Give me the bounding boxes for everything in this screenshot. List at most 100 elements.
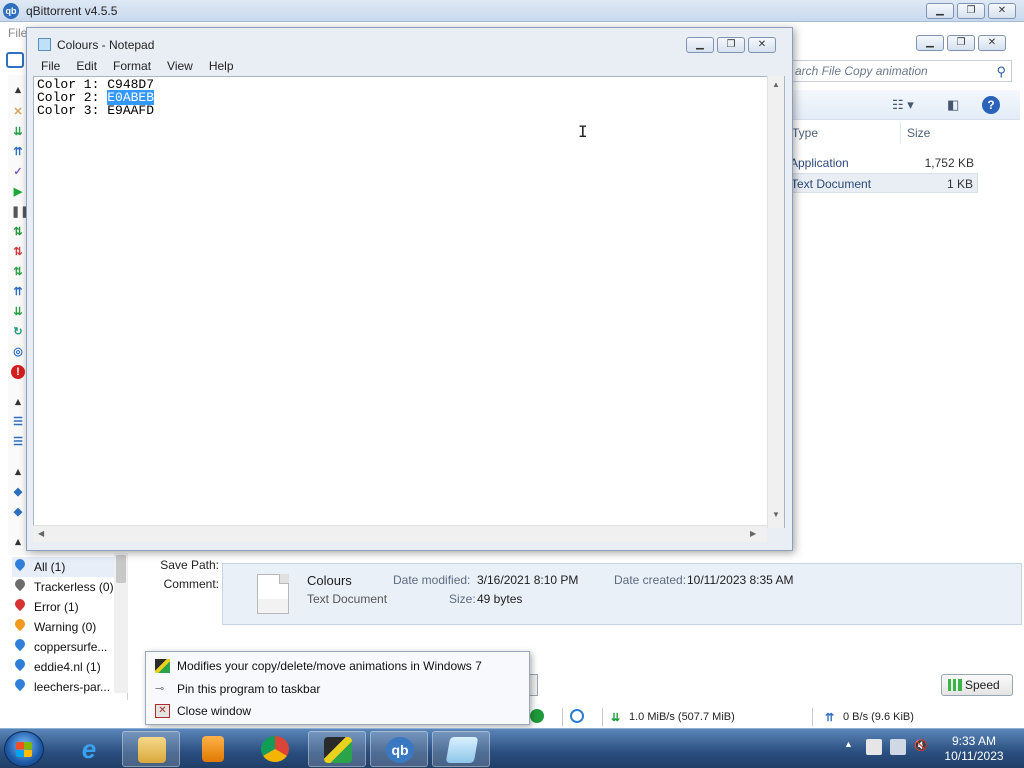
collapse-categories-icon[interactable]: ▴ xyxy=(11,395,25,409)
stalled-upload-icon[interactable]: ⇈ xyxy=(11,285,25,299)
menu-help[interactable]: Help xyxy=(201,56,242,76)
explorer-minimize-button[interactable]: ▁ xyxy=(916,35,944,51)
active-icon[interactable]: ⇅ xyxy=(11,225,25,239)
volume-icon[interactable]: 🔇 xyxy=(914,739,930,755)
taskbar-qbittorrent[interactable]: qb xyxy=(370,731,428,767)
taskbar-jump-list: Modifies your copy/delete/move animation… xyxy=(145,651,530,725)
search-icon[interactable]: ⚲ xyxy=(996,64,1006,80)
notepad-icon[interactable] xyxy=(38,38,51,51)
date-created-value: 10/11/2023 8:35 AM xyxy=(687,573,794,587)
moving-icon[interactable]: ◎ xyxy=(11,345,25,359)
notepad-vertical-scrollbar[interactable]: ▲ ▼ xyxy=(767,76,784,528)
collapse-icon[interactable]: ▴ xyxy=(11,83,25,97)
statusbar-separator xyxy=(812,708,813,726)
tracker-filter-all[interactable]: All (1) xyxy=(12,557,116,577)
internet-explorer-icon: e xyxy=(81,734,97,764)
notepad-horizontal-scrollbar[interactable]: ◀ ▶ xyxy=(33,525,767,542)
file-type: Application xyxy=(790,156,849,170)
location-pin-icon xyxy=(14,579,26,593)
stalled-icon[interactable]: ⇅ xyxy=(11,265,25,279)
tag-untagged-icon[interactable]: ◆ xyxy=(11,505,25,519)
connection-ok-icon[interactable] xyxy=(530,709,544,723)
notepad-titlebar[interactable]: Colours - Notepad ▁ ❐ ✕ xyxy=(27,28,792,58)
resume-icon[interactable]: ▶ xyxy=(11,185,25,199)
scroll-right-icon[interactable]: ▶ xyxy=(750,529,756,538)
column-header-type[interactable]: Type xyxy=(792,126,818,140)
column-header-size[interactable]: Size xyxy=(907,126,930,140)
scroll-down-icon[interactable]: ▼ xyxy=(772,510,780,519)
chrome-icon xyxy=(261,736,289,762)
inactive-icon[interactable]: ⇅ xyxy=(11,245,25,259)
stalled-download-icon[interactable]: ⇊ xyxy=(11,305,25,319)
jump-item-app[interactable]: Modifies your copy/delete/move animation… xyxy=(146,655,529,677)
file-row-selected[interactable]: Text Document 1 KB xyxy=(788,173,978,193)
remove-icon[interactable]: ✕ xyxy=(11,105,25,119)
taskbar-explorer[interactable] xyxy=(122,731,180,767)
tag-all-icon[interactable]: ◆ xyxy=(11,485,25,499)
menu-edit[interactable]: Edit xyxy=(68,56,105,76)
scroll-thumb[interactable] xyxy=(116,555,126,583)
column-divider[interactable] xyxy=(900,122,901,144)
jump-item-close[interactable]: ✕ Close window xyxy=(146,700,529,722)
explorer-close-button[interactable]: ✕ xyxy=(978,35,1006,51)
color-code: E9AAFD xyxy=(107,103,155,118)
seeding-icon[interactable]: ⇈ xyxy=(11,145,25,159)
resize-grip[interactable] xyxy=(769,528,784,543)
jump-item-pin[interactable]: ⊸ Pin this program to taskbar xyxy=(146,678,529,700)
preview-pane-icon[interactable]: ◧ xyxy=(947,97,959,113)
close-window-icon: ✕ xyxy=(155,704,170,718)
taskbar-ie[interactable]: e xyxy=(60,731,118,767)
qb-search-tab-icon[interactable] xyxy=(6,52,24,68)
explorer-details-pane: Colours Text Document Date modified: 3/1… xyxy=(222,563,1022,625)
start-button[interactable] xyxy=(4,731,44,767)
notepad-minimize-button[interactable]: ▁ xyxy=(686,37,714,53)
qb-restore-button[interactable]: ❐ xyxy=(957,3,985,19)
taskbar-copy-animation-app[interactable] xyxy=(308,731,366,767)
speed-button[interactable]: Speed xyxy=(941,674,1013,696)
qbittorrent-titlebar[interactable]: qb qBittorrent v4.5.5 ▁ ❐ ✕ xyxy=(0,0,1024,22)
help-icon[interactable]: ? xyxy=(982,96,1000,114)
menu-format[interactable]: Format xyxy=(105,56,159,76)
qb-minimize-button[interactable]: ▁ xyxy=(926,3,954,19)
alt-speed-icon[interactable] xyxy=(570,709,584,723)
save-path-label: Save Path: xyxy=(160,558,219,572)
notepad-close-button[interactable]: ✕ xyxy=(748,37,776,53)
filter-label: All (1) xyxy=(34,560,66,574)
network-icon[interactable] xyxy=(890,739,906,755)
completed-icon[interactable]: ✓ xyxy=(11,165,25,179)
taskbar-chrome[interactable] xyxy=(246,731,304,767)
scroll-up-icon[interactable]: ▲ xyxy=(772,80,780,89)
menu-file[interactable]: File xyxy=(33,56,68,76)
filter-label: Warning (0) xyxy=(34,620,97,634)
action-center-icon[interactable] xyxy=(866,739,882,755)
show-hidden-icons-icon[interactable]: ▲ xyxy=(844,739,860,755)
download-icon[interactable]: ⇊ xyxy=(11,125,25,139)
jump-item-label: Pin this program to taskbar xyxy=(177,682,321,696)
checking-icon[interactable]: ↻ xyxy=(11,325,25,339)
app-icon xyxy=(155,659,170,673)
upload-speed[interactable]: 0 B/s (9.6 KiB) xyxy=(843,711,914,723)
menu-view[interactable]: View xyxy=(159,56,201,76)
notepad-maximize-button[interactable]: ❐ xyxy=(717,37,745,53)
taskbar-notepad[interactable] xyxy=(432,731,490,767)
qbittorrent-logo-icon: qb xyxy=(3,3,19,19)
explorer-search-input[interactable]: arch File Copy animation ⚲ xyxy=(790,60,1012,82)
notepad-text-area[interactable]: Color 1: C948D7 Color 2: E0ABEB Color 3: E… xyxy=(33,76,785,528)
pause-icon[interactable]: ❚❚ xyxy=(11,205,29,219)
filter-scrollbar[interactable] xyxy=(114,553,128,693)
clock-date: 10/11/2023 xyxy=(944,749,1004,763)
taskbar-media-player[interactable] xyxy=(184,731,242,767)
collapse-tags-icon[interactable]: ▴ xyxy=(11,465,25,479)
taskbar-clock[interactable]: 9:33 AM 10/11/2023 xyxy=(934,734,1014,764)
speed-button-label: Speed xyxy=(965,678,1000,692)
category-uncategorized-icon[interactable]: ☰ xyxy=(11,435,25,449)
explorer-restore-button[interactable]: ❐ xyxy=(947,35,975,51)
errored-icon[interactable]: ! xyxy=(11,365,25,379)
category-all-icon[interactable]: ☰ xyxy=(11,415,25,429)
file-row[interactable]: Application 1,752 KB xyxy=(788,153,978,173)
qb-close-button[interactable]: ✕ xyxy=(988,3,1016,19)
view-options-icon[interactable]: ☷ ▾ xyxy=(892,97,914,113)
scroll-left-icon[interactable]: ◀ xyxy=(38,529,44,538)
collapse-trackers-icon[interactable]: ▴ xyxy=(11,535,25,549)
download-speed[interactable]: 1.0 MiB/s (507.7 MiB) xyxy=(629,711,735,723)
